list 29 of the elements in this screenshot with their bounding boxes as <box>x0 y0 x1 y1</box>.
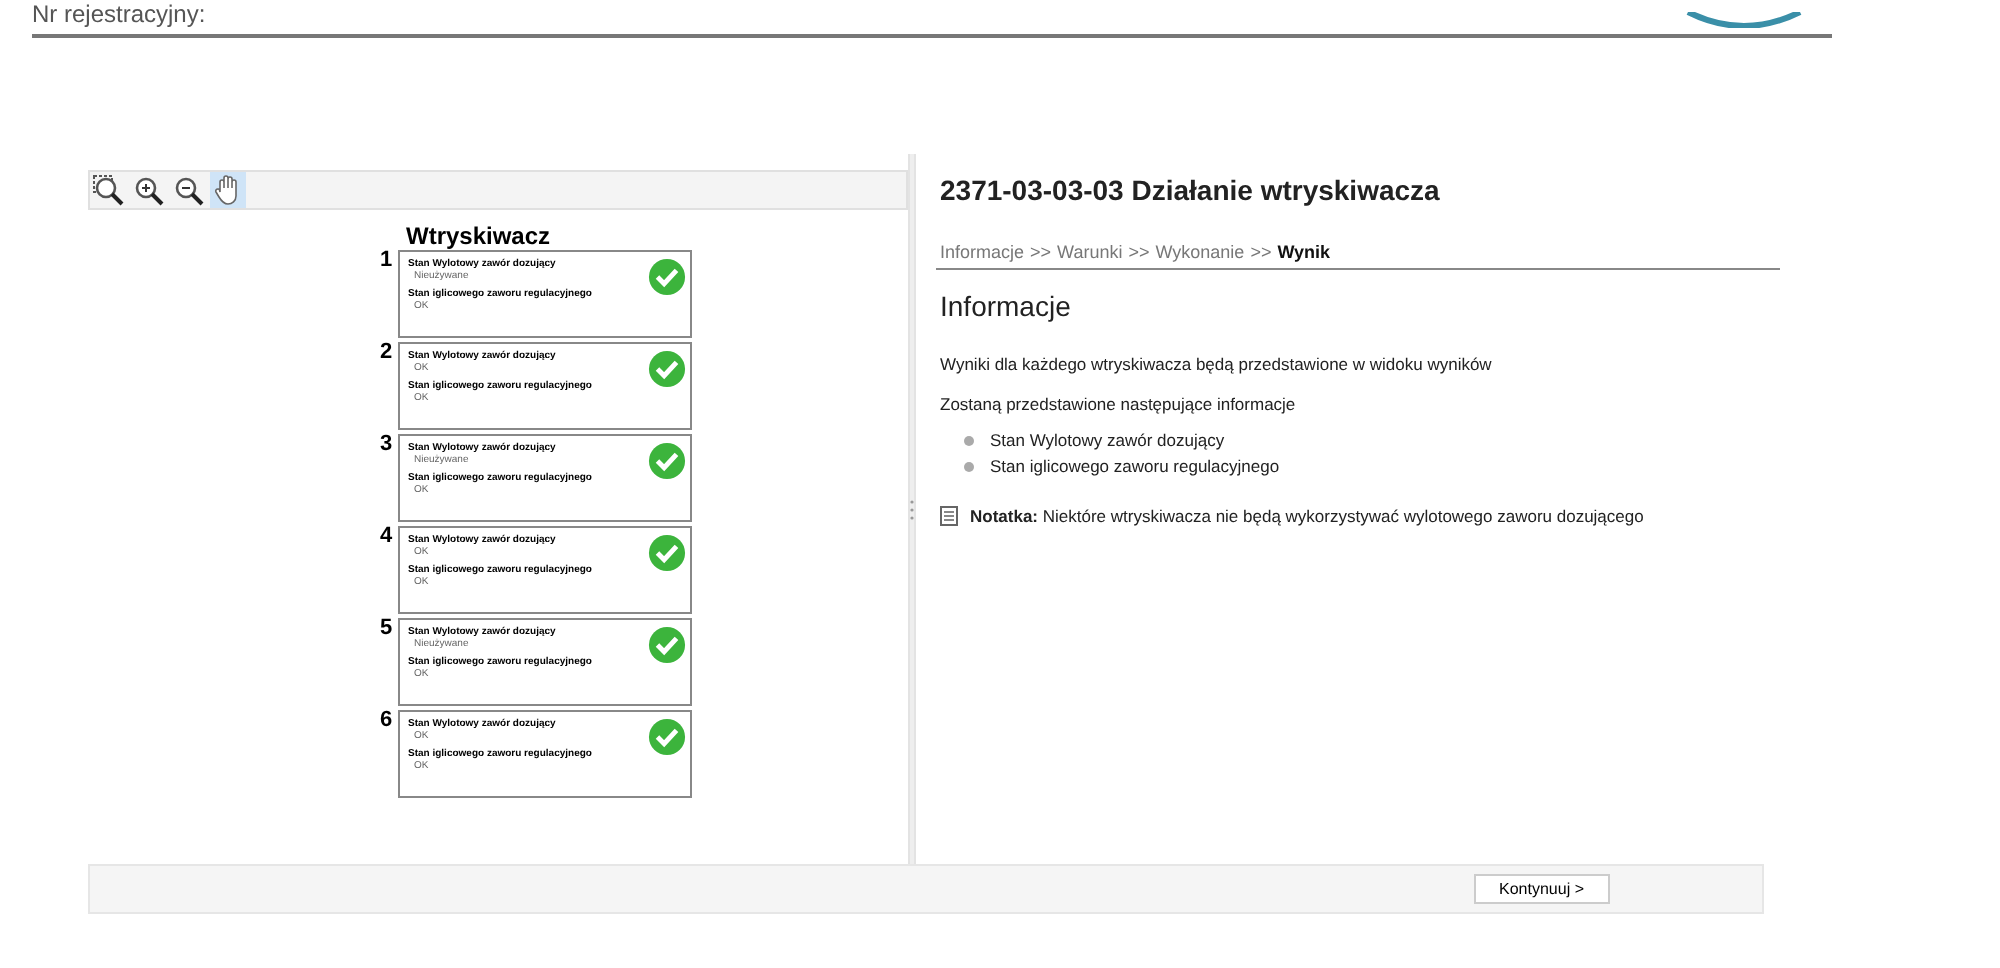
injector-number: 2 <box>380 342 392 364</box>
bullet-text: Stan Wylotowy zawór dozujący <box>990 430 1225 450</box>
breadcrumb-step: Warunki <box>1057 242 1123 262</box>
bullet-icon <box>964 435 974 445</box>
procedure-title: 2371-03-03-03 Działanie wtryskiwacza <box>940 174 1442 206</box>
note-text: Notatka: Niektóre wtryskiwacza nie będą wykorzystywać wylotowego zaworu dozującego <box>970 506 1644 526</box>
bullet-icon <box>964 461 974 471</box>
injector-number: 4 <box>380 526 392 548</box>
bullet-text: Stan iglicowego zaworu regulacyjnego <box>990 456 1280 476</box>
injector-number: 3 <box>380 434 392 456</box>
injector-number: 1 <box>380 250 392 272</box>
injector-number: 5 <box>380 618 392 640</box>
diagram-title: Wtryskiwacz <box>406 224 553 250</box>
toolbar-button[interactable] <box>130 172 166 208</box>
registration-label: Nr rejestracyjny: <box>32 2 206 28</box>
continue-button[interactable]: Kontynuuj > <box>1473 874 1610 904</box>
breadcrumb-step: Wynik <box>1277 242 1331 262</box>
info-text: Wyniki dla każdego wtryskiwacza będą przedstawione w widoku wyników <box>940 354 1494 374</box>
info-text: Zostaną przedstawione następujące informacje <box>940 394 1298 414</box>
note-icon <box>940 506 958 526</box>
breadcrumb-separator: >> <box>1030 242 1052 262</box>
breadcrumb-separator: >> <box>1128 242 1150 262</box>
injector-number: 6 <box>380 710 392 732</box>
toolbar-button[interactable] <box>170 172 206 208</box>
section-heading: Informacje <box>940 290 1073 322</box>
breadcrumb-step: Informacje <box>940 242 1025 262</box>
toolbar-button[interactable] <box>90 172 126 208</box>
breadcrumb-step: Wykonanie <box>1155 242 1245 262</box>
breadcrumb-separator: >> <box>1250 242 1272 262</box>
